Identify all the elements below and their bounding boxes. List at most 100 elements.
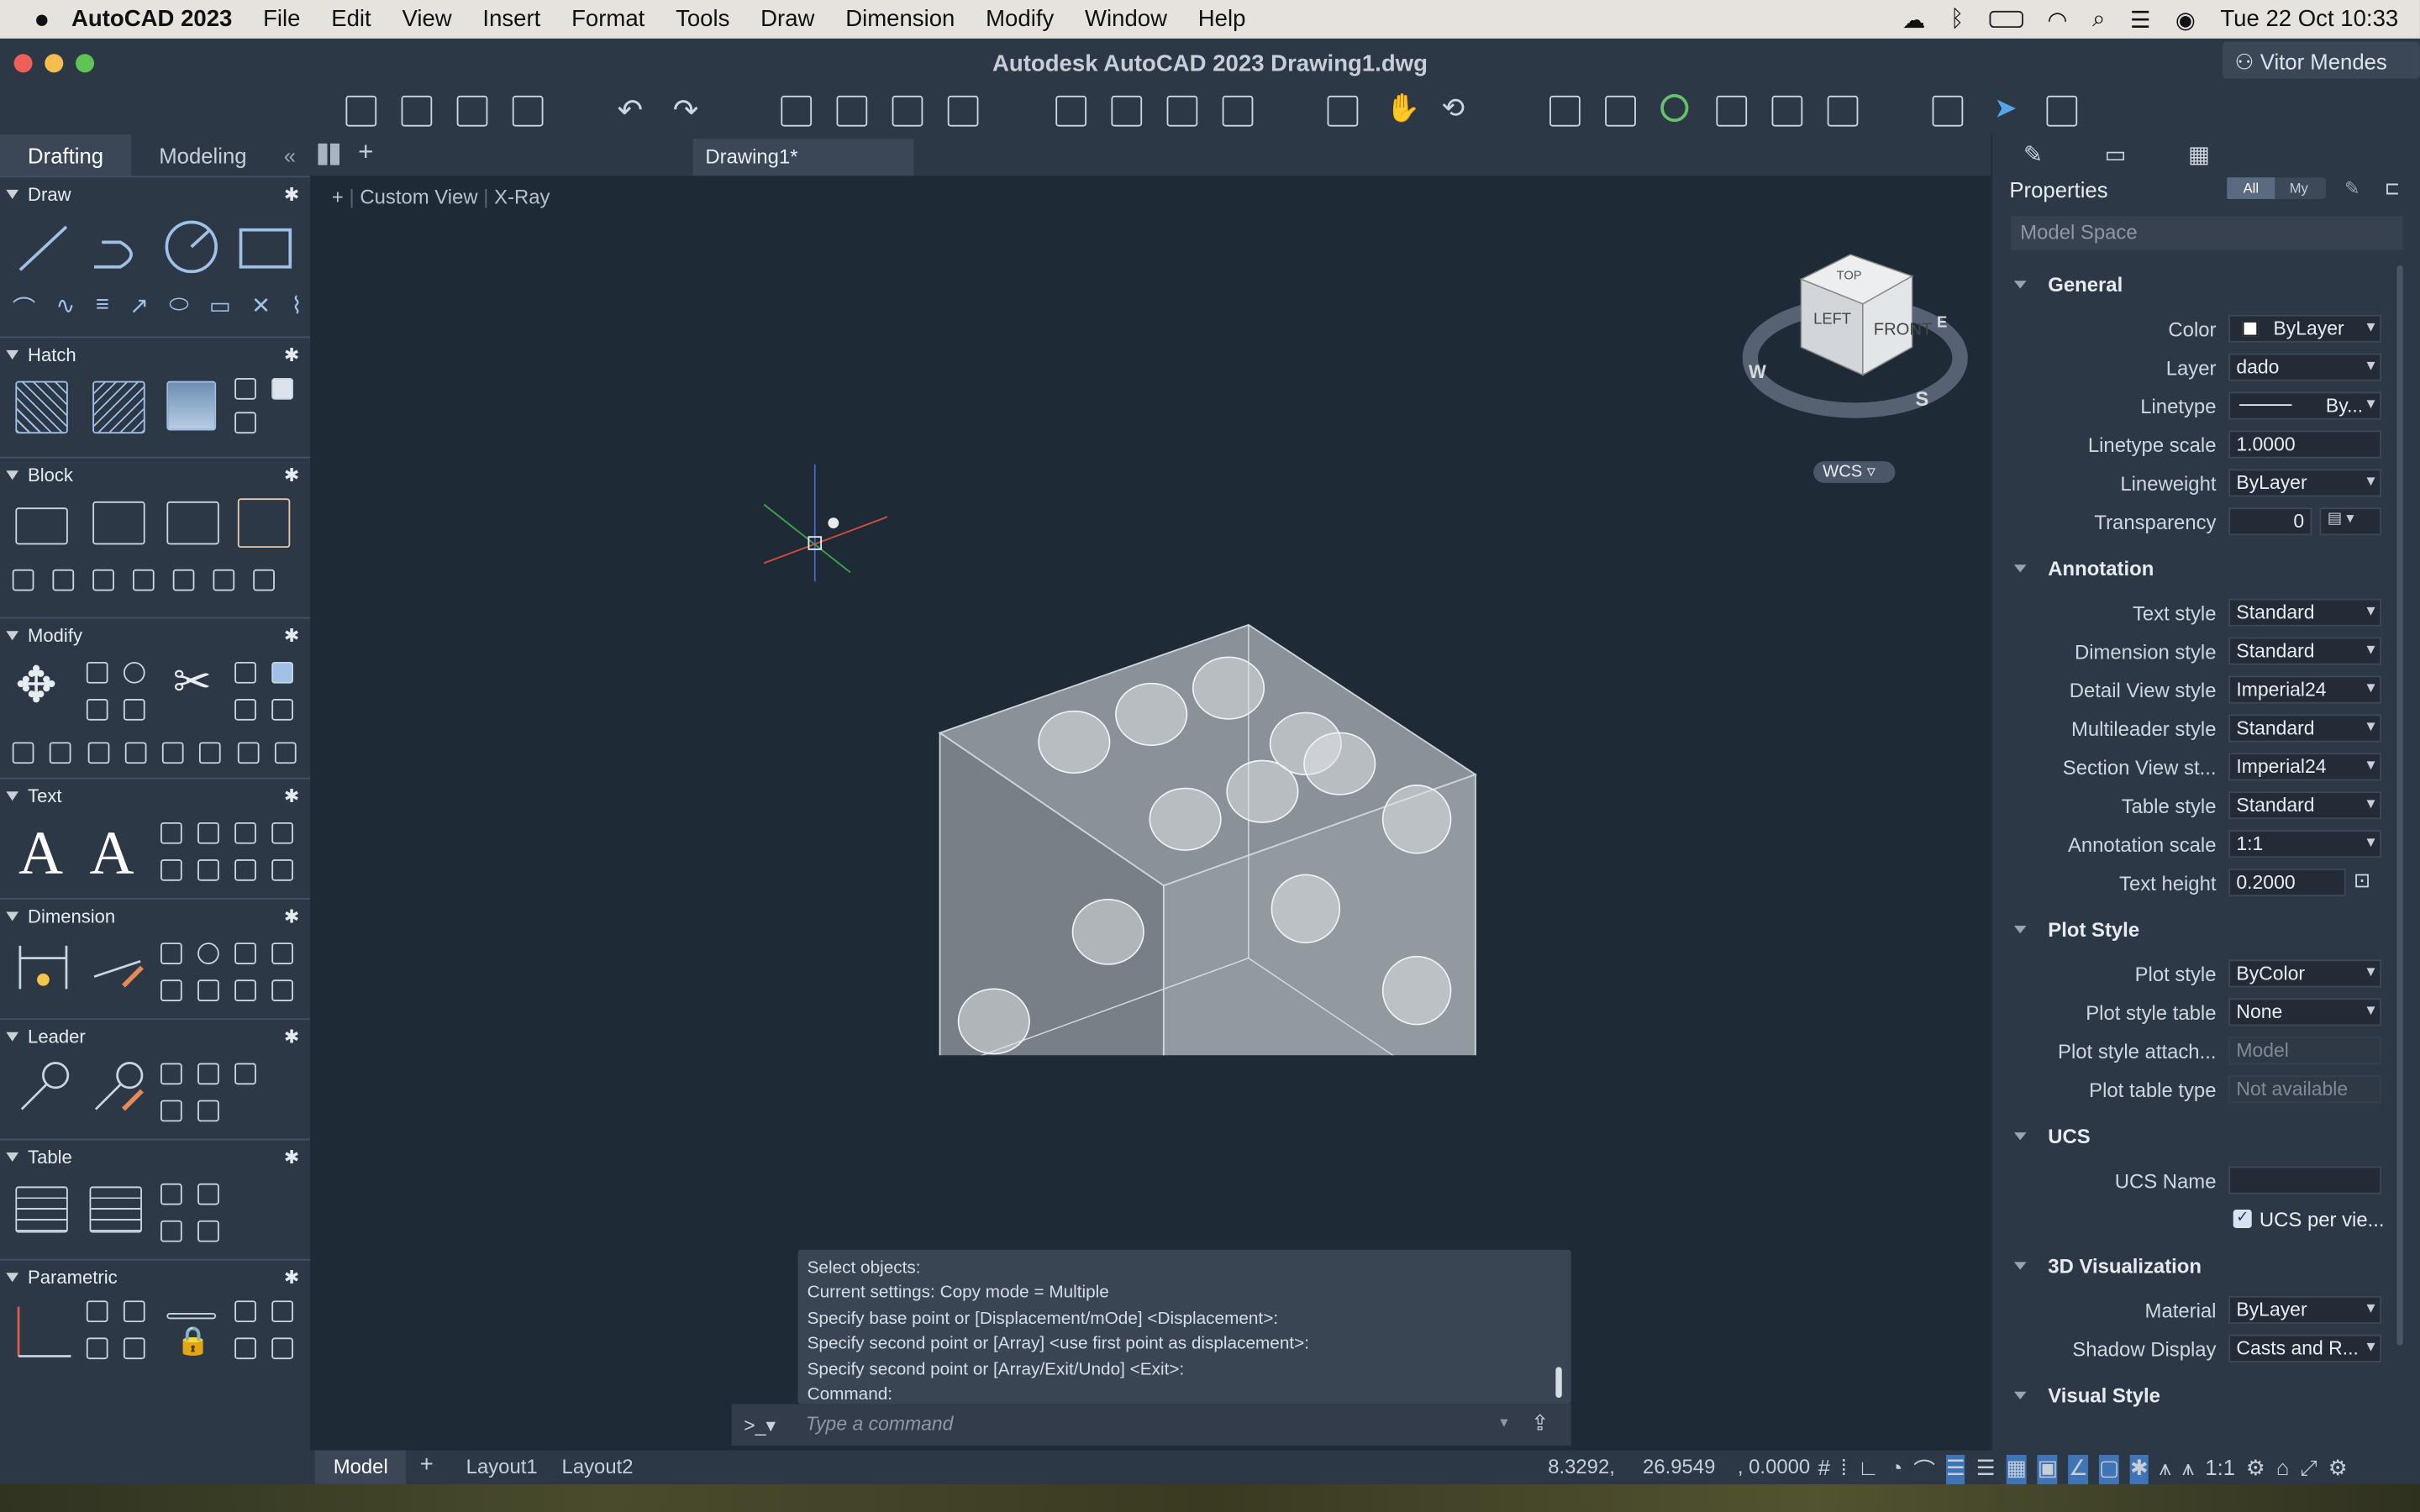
find-text-icon[interactable]: [234, 822, 256, 844]
selection-cycling-icon[interactable]: ▦: [2006, 1455, 2028, 1486]
battman-icon[interactable]: [172, 569, 195, 591]
connect-icon[interactable]: [1716, 95, 1748, 127]
wcs-menu[interactable]: WCS ▿: [1813, 461, 1896, 483]
value-section-view-style[interactable]: Imperial24: [2228, 753, 2382, 781]
quick-select-icon[interactable]: ✎: [2344, 177, 2360, 199]
upload-data-icon[interactable]: [197, 1220, 219, 1242]
collapse-general-icon[interactable]: [2013, 281, 2027, 289]
polygon-icon[interactable]: ▭: [209, 291, 231, 323]
erase-icon[interactable]: [50, 742, 72, 764]
concentric-icon[interactable]: [86, 1337, 108, 1360]
ray-icon[interactable]: ↗: [129, 291, 149, 323]
gear-icon[interactable]: ✱: [284, 1026, 299, 1047]
attsync-icon[interactable]: [132, 569, 155, 591]
perpendicular-icon[interactable]: [271, 1337, 293, 1360]
gear-icon[interactable]: ✱: [284, 1267, 299, 1289]
table-icon[interactable]: [15, 1186, 68, 1233]
battery-icon[interactable]: [1988, 10, 2023, 29]
xline-icon[interactable]: ✕: [251, 291, 271, 323]
display-icon[interactable]: [2046, 95, 2078, 127]
tab-drafting[interactable]: Drafting: [0, 134, 132, 176]
command-input[interactable]: Type a command: [806, 1413, 954, 1435]
new-tab-icon[interactable]: +: [358, 137, 373, 168]
properties-tab-icon[interactable]: ✎: [2023, 140, 2043, 176]
data-link-icon[interactable]: [160, 1183, 182, 1205]
copy-icon[interactable]: [86, 661, 108, 684]
polar-icon[interactable]: ◔: [1890, 1455, 1903, 1486]
region-icon[interactable]: [234, 377, 256, 400]
tab-layout2[interactable]: Layout2: [544, 1450, 652, 1483]
tab-drawing1[interactable]: Drawing1*: [692, 139, 914, 176]
pin-icon[interactable]: ⊏: [2385, 177, 2400, 199]
move-icon[interactable]: ✥: [15, 656, 56, 715]
section-parametric-header[interactable]: Parametric: [0, 1261, 310, 1294]
blocks-tab-icon[interactable]: ▭: [2104, 140, 2126, 176]
linear-dimension-icon[interactable]: [15, 940, 71, 995]
trim-icon[interactable]: ✂: [173, 656, 212, 710]
tab-modeling[interactable]: Modeling: [131, 134, 274, 176]
lock-icon[interactable]: 🔒: [176, 1326, 210, 1358]
properties-scrollbar[interactable]: [2396, 265, 2403, 1346]
menu-format[interactable]: Format: [556, 6, 660, 32]
menu-view[interactable]: View: [387, 6, 467, 32]
multileader-icon[interactable]: [15, 1060, 71, 1116]
ortho-icon[interactable]: ∟: [1858, 1455, 1879, 1486]
menubar-clock[interactable]: Tue 22 Oct 10:33: [2220, 6, 2398, 32]
siri-icon[interactable]: ◉: [2175, 5, 2196, 33]
lengthen-icon[interactable]: [199, 742, 222, 764]
hatch-icon[interactable]: [15, 381, 68, 434]
match-properties-icon[interactable]: [1605, 95, 1636, 127]
value-table-style[interactable]: Standard: [2228, 791, 2382, 820]
group-annotation[interactable]: Annotation: [2048, 557, 2154, 580]
hatch-lines-icon[interactable]: ≡: [96, 291, 109, 323]
pick-point-icon[interactable]: ⊡: [2354, 869, 2370, 893]
coincident-icon[interactable]: [86, 1300, 108, 1323]
measure-icon[interactable]: [1771, 95, 1803, 127]
tolerance-icon[interactable]: [197, 979, 219, 1002]
section-draw-header[interactable]: Draw: [0, 177, 310, 211]
vertical-icon[interactable]: [271, 1300, 293, 1323]
fix-icon[interactable]: [123, 1337, 145, 1360]
scale-text-icon[interactable]: [160, 859, 182, 881]
fullscreen-icon[interactable]: ⤢: [2300, 1455, 2317, 1486]
collapse-plot-style-icon[interactable]: [2013, 926, 2027, 934]
search-icon[interactable]: ⌕: [2092, 6, 2105, 32]
menu-help[interactable]: Help: [1182, 6, 1260, 32]
group-general[interactable]: General: [2048, 273, 2123, 297]
attext-icon[interactable]: [213, 569, 235, 591]
customize-icon[interactable]: ⚙: [2328, 1455, 2348, 1486]
tab-layout1[interactable]: Layout1: [448, 1450, 556, 1483]
bluetooth-icon[interactable]: ᛒ: [1950, 6, 1965, 32]
value-detail-view-style[interactable]: Imperial24: [2228, 675, 2382, 704]
value-lineweight[interactable]: ByLayer: [2228, 469, 2382, 497]
group-plot-style[interactable]: Plot Style: [2048, 918, 2139, 942]
continue-dim-icon[interactable]: [160, 979, 182, 1002]
remove-leader-icon[interactable]: [160, 1100, 182, 1122]
line-icon[interactable]: [15, 221, 71, 276]
attdef-icon[interactable]: [52, 569, 75, 591]
page-setup-icon[interactable]: [947, 95, 979, 127]
arc-icon[interactable]: ⌒: [13, 291, 36, 323]
value-plot-style[interactable]: ByColor: [2228, 959, 2382, 988]
single-line-text-icon[interactable]: A: [90, 816, 134, 889]
selection-filter-icon[interactable]: ▢: [2098, 1455, 2120, 1486]
visual-style-control[interactable]: X-Ray: [494, 185, 550, 208]
orbit-icon[interactable]: ⟲: [1441, 92, 1465, 125]
dim-update-icon[interactable]: [234, 979, 256, 1002]
block-attribute-icon[interactable]: [237, 498, 291, 549]
menu-tools[interactable]: Tools: [660, 6, 745, 32]
rotate-icon[interactable]: [123, 661, 145, 684]
offset-icon[interactable]: [234, 699, 256, 721]
extract-data-icon[interactable]: [197, 1183, 219, 1205]
edit-block-icon[interactable]: [166, 501, 219, 545]
scale-icon[interactable]: [12, 742, 34, 764]
value-multileader-style[interactable]: Standard: [2228, 714, 2382, 743]
app-menu[interactable]: AutoCAD 2023: [66, 6, 248, 32]
menu-file[interactable]: File: [248, 6, 316, 32]
leader-style-icon[interactable]: [90, 1060, 145, 1116]
batch-plot-icon[interactable]: [836, 95, 868, 127]
dim-space-icon[interactable]: [271, 979, 293, 1002]
pdf-import-icon[interactable]: [271, 822, 293, 844]
value-dimension-style[interactable]: Standard: [2228, 637, 2382, 665]
command-share-icon[interactable]: ⇪: [1531, 1410, 1549, 1436]
